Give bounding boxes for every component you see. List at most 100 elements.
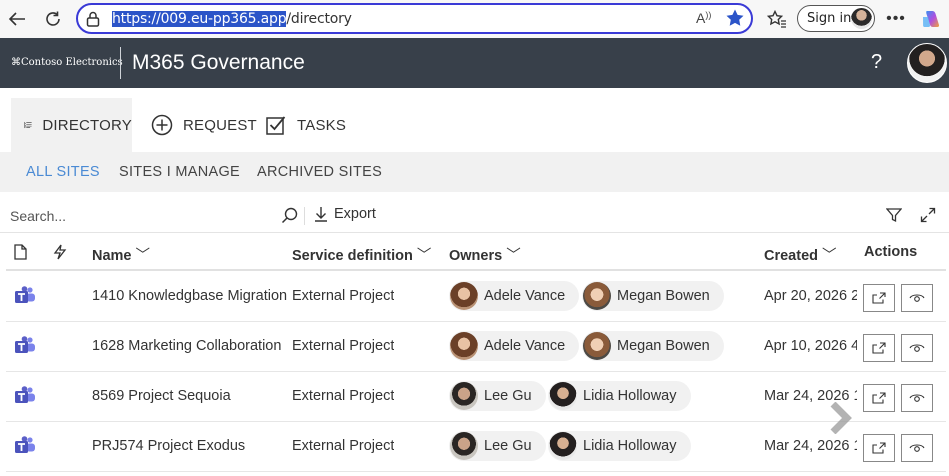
open-external-icon <box>872 342 886 354</box>
tab-request[interactable]: REQUEST <box>151 98 257 152</box>
service-definition: External Project <box>292 388 395 404</box>
refresh-icon[interactable] <box>42 8 64 30</box>
url-host: https://009.eu-pp365.app <box>112 11 287 27</box>
owner-name: Lidia Holloway <box>583 388 677 404</box>
open-site-button[interactable] <box>863 384 895 412</box>
chevron-down-icon: ﹀ <box>135 248 151 264</box>
owner-chip[interactable]: Lidia Holloway <box>548 431 691 461</box>
table-header: Name ﹀ Service definition ﹀ Owners ﹀ Cre… <box>6 234 946 271</box>
owner-chip[interactable]: Adele Vance <box>449 281 580 311</box>
sign-in-label: Sign in <box>807 11 852 26</box>
lightning-icon[interactable] <box>53 244 67 265</box>
search-icon[interactable] <box>281 207 298 229</box>
lock-icon[interactable] <box>86 11 100 32</box>
avatar <box>450 282 478 310</box>
open-site-button[interactable] <box>863 334 895 362</box>
chevron-down-icon: ﹀ <box>416 248 432 264</box>
help-icon[interactable]: ? <box>871 51 882 74</box>
file-type-icon[interactable] <box>14 244 27 265</box>
read-aloud-icon[interactable]: A)) <box>696 10 711 26</box>
filter-icon[interactable] <box>885 207 903 228</box>
copilot-icon[interactable] <box>920 8 942 30</box>
list-icon <box>24 121 32 129</box>
site-name[interactable]: 1410 Knowledgbase Migration <box>92 288 288 304</box>
avatar <box>450 382 478 410</box>
tab-archived-sites[interactable]: ARCHIVED SITES <box>257 164 382 180</box>
col-service-definition[interactable]: Service definition ﹀ <box>292 244 431 265</box>
col-name-label: Name <box>92 248 132 264</box>
tab-tasks[interactable]: TASKS <box>265 98 346 152</box>
view-details-button[interactable] <box>901 434 933 462</box>
owner-chip[interactable]: Megan Bowen <box>582 331 724 361</box>
browser-toolbar: https://009.eu-pp365.app/directory A)) S… <box>0 0 949 38</box>
col-owners[interactable]: Owners ﹀ <box>449 244 521 265</box>
tab-all-sites[interactable]: ALL SITES <box>26 164 100 180</box>
favorites-icon[interactable] <box>766 8 788 30</box>
owner-name: Adele Vance <box>484 338 566 354</box>
owner-chip[interactable]: Lee Gu <box>449 431 546 461</box>
chevron-down-icon: ﹀ <box>822 248 837 264</box>
site-name[interactable]: 8569 Project Sequoia <box>92 388 288 404</box>
open-site-button[interactable] <box>863 434 895 462</box>
service-definition: External Project <box>292 338 395 354</box>
owner-chip[interactable]: Lidia Holloway <box>548 381 691 411</box>
search-input[interactable] <box>6 203 300 229</box>
url-path: /directory <box>286 11 352 27</box>
service-definition: External Project <box>292 288 395 304</box>
address-bar[interactable]: https://009.eu-pp365.app/directory A)) <box>76 3 753 34</box>
table-row[interactable]: PRJ574 Project Exodus External Project L… <box>6 422 946 472</box>
owner-name: Lee Gu <box>484 438 532 454</box>
open-site-button[interactable] <box>863 284 895 312</box>
teams-icon <box>14 436 36 461</box>
back-arrow-icon[interactable] <box>6 8 28 30</box>
open-external-icon <box>872 392 886 404</box>
owner-chip[interactable]: Lee Gu <box>449 381 546 411</box>
company-logo[interactable]: ⌘Contoso Electronics <box>11 57 123 68</box>
favorite-star-icon[interactable] <box>725 8 745 33</box>
profile-avatar <box>851 8 872 29</box>
url-text[interactable]: https://009.eu-pp365.app/directory <box>112 11 352 27</box>
app-header: ⌘Contoso Electronics M365 Governance ? <box>0 38 949 88</box>
eye-icon <box>909 344 925 352</box>
created-date: Mar 24, 2026 1 <box>764 438 857 454</box>
app-title: M365 Governance <box>132 51 305 74</box>
open-external-icon <box>872 442 886 454</box>
col-service-label: Service definition <box>292 248 413 264</box>
chevron-down-icon: ﹀ <box>506 248 521 264</box>
teams-icon <box>14 336 36 361</box>
open-external-icon <box>872 292 886 304</box>
col-actions: Actions <box>864 244 918 260</box>
col-owners-label: Owners <box>449 248 503 264</box>
col-created[interactable]: Created ﹀ <box>764 244 837 265</box>
view-details-button[interactable] <box>901 334 933 362</box>
col-created-label: Created <box>764 248 818 264</box>
list-toolbar: Export <box>0 199 949 233</box>
owner-name: Lee Gu <box>484 388 532 404</box>
more-icon[interactable]: ••• <box>885 8 907 30</box>
site-name[interactable]: 1628 Marketing Collaboration <box>92 338 288 354</box>
tab-directory-label: DIRECTORY <box>42 116 132 134</box>
site-name[interactable]: PRJ574 Project Exodus <box>92 438 288 454</box>
sign-in-button[interactable]: Sign in <box>797 5 875 32</box>
col-name[interactable]: Name ﹀ <box>92 244 150 265</box>
table-row[interactable]: 8569 Project Sequoia External Project Le… <box>6 372 946 422</box>
table-row[interactable]: 1410 Knowledgbase Migration External Pro… <box>6 272 946 322</box>
tab-directory[interactable]: DIRECTORY <box>11 98 132 152</box>
owner-chip[interactable]: Megan Bowen <box>582 281 724 311</box>
main-tabs: DIRECTORY REQUEST TASKS <box>0 88 949 152</box>
teams-icon <box>14 386 36 411</box>
checkbox-icon <box>266 116 286 135</box>
export-button[interactable]: Export <box>314 206 376 222</box>
avatar <box>549 432 577 460</box>
view-details-button[interactable] <box>901 384 933 412</box>
expand-icon[interactable] <box>920 207 936 228</box>
view-details-button[interactable] <box>901 284 933 312</box>
created-date: Apr 10, 2026 4 <box>764 338 857 354</box>
scroll-right-chevron-icon[interactable] <box>829 401 859 439</box>
avatar <box>450 332 478 360</box>
owner-chip[interactable]: Adele Vance <box>449 331 580 361</box>
tab-sites-i-manage[interactable]: SITES I MANAGE <box>119 164 240 180</box>
toolbar-divider <box>304 207 305 225</box>
user-avatar[interactable] <box>907 43 947 83</box>
table-row[interactable]: 1628 Marketing Collaboration External Pr… <box>6 322 946 372</box>
